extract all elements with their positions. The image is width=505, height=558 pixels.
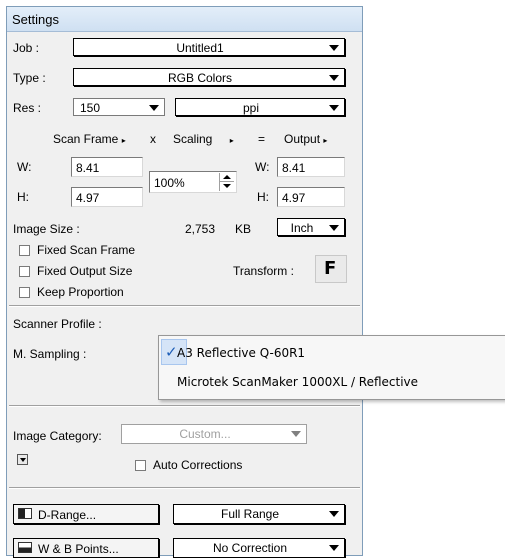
res-unit-value: ppi (242, 101, 259, 115)
output-height-label: H: (257, 190, 269, 204)
scan-width-label: W: (17, 160, 32, 174)
wb-points-value: No Correction (212, 541, 288, 555)
wb-points-icon (18, 542, 32, 553)
equals-sign: = (258, 132, 266, 146)
spin-up-icon[interactable] (223, 175, 231, 179)
image-size-label: Image Size : (13, 222, 80, 236)
d-range-icon (18, 508, 32, 519)
scanner-profile-label: Scanner Profile : (13, 317, 102, 331)
unit-select[interactable]: Inch (277, 218, 345, 236)
image-category-value: Custom... (179, 427, 231, 441)
auto-corrections-label: Auto Corrections (153, 458, 243, 472)
output-header[interactable]: Output ▸ (284, 132, 327, 146)
fixed-scan-frame-checkbox[interactable] (19, 245, 30, 256)
menu-item-label: A3 Reflective Q-60R1 (177, 346, 306, 360)
fixed-output-size-checkbox[interactable] (19, 266, 30, 277)
scan-height-label: H: (17, 190, 29, 204)
fixed-scan-frame-label: Fixed Scan Frame (37, 243, 136, 257)
panel-title: Settings (12, 12, 59, 27)
divider (9, 487, 360, 489)
scan-frame-header[interactable]: Scan Frame ▸ (53, 132, 126, 146)
menu-item-microtek-1000xl[interactable]: Microtek ScanMaker 1000XL / Reflective (159, 369, 505, 397)
spin-down-icon[interactable] (223, 184, 231, 188)
res-label: Res : (13, 101, 42, 115)
keep-proportion-checkbox[interactable] (19, 287, 30, 298)
wb-points-button[interactable]: W & B Points... (13, 538, 159, 558)
transform-f-icon: F (324, 258, 337, 279)
divider (9, 305, 360, 307)
m-sampling-label: M. Sampling : (13, 347, 87, 361)
chevron-down-icon (329, 75, 339, 81)
d-range-select[interactable]: Full Range (173, 504, 345, 524)
auto-corrections-checkbox[interactable] (135, 460, 146, 471)
scaling-input[interactable]: 100% (149, 171, 237, 193)
menu-item-label: Microtek ScanMaker 1000XL / Reflective (177, 375, 419, 389)
image-size-value: 2,753 (185, 222, 216, 236)
scaling-header[interactable]: Scaling ▸ (173, 132, 234, 146)
res-unit-select[interactable]: ppi (175, 98, 345, 116)
output-height-input[interactable]: 4.97 (277, 187, 345, 207)
spinner-divider (220, 181, 234, 182)
image-category-label: Image Category: (13, 429, 102, 443)
job-select[interactable]: Untitled1 (73, 38, 345, 56)
expand-toggle-icon[interactable] (17, 454, 28, 465)
chevron-down-icon (20, 458, 26, 462)
scan-height-input[interactable]: 4.97 (71, 187, 143, 207)
image-category-select[interactable]: Custom... (121, 424, 307, 444)
chevron-down-icon (329, 45, 339, 51)
wb-points-select[interactable]: No Correction (173, 538, 345, 558)
type-label: Type : (13, 71, 46, 85)
transform-label: Transform : (233, 264, 294, 278)
job-label: Job : (13, 41, 40, 55)
scan-width-input[interactable]: 8.41 (71, 157, 143, 177)
res-select[interactable]: 150 (73, 98, 165, 116)
times-sign: x (150, 132, 156, 146)
menu-item-a3-reflective[interactable]: ✓ A3 Reflective Q-60R1 (159, 339, 505, 367)
res-value: 150 (80, 101, 101, 115)
chevron-down-icon (149, 105, 159, 111)
image-size-unit: KB (235, 222, 252, 236)
scanner-profile-menu: ✓ A3 Reflective Q-60R1 Microtek ScanMake… (158, 335, 505, 400)
output-width-input[interactable]: 8.41 (277, 157, 345, 177)
chevron-down-icon (329, 511, 339, 517)
scaling-spinner[interactable] (219, 173, 234, 191)
divider (9, 405, 360, 407)
type-select[interactable]: RGB Colors (73, 68, 345, 86)
keep-proportion-label: Keep Proportion (37, 285, 124, 299)
chevron-down-icon (291, 431, 301, 437)
output-width-label: W: (255, 160, 270, 174)
chevron-down-icon (329, 105, 339, 111)
unit-value: Inch (290, 221, 314, 235)
fixed-output-size-label: Fixed Output Size (37, 264, 133, 278)
settings-panel: Settings Job : Untitled1 Type : RGB Colo… (6, 6, 363, 558)
type-value: RGB Colors (167, 71, 232, 85)
transform-button[interactable]: F (315, 255, 347, 283)
settings-titlebar: Settings (7, 7, 362, 32)
chevron-down-icon (329, 225, 339, 231)
d-range-button[interactable]: D-Range... (13, 504, 159, 524)
chevron-down-icon (329, 545, 339, 551)
d-range-value: Full Range (220, 507, 280, 521)
job-value: Untitled1 (176, 41, 224, 55)
checkmark-icon: ✓ (165, 344, 178, 361)
